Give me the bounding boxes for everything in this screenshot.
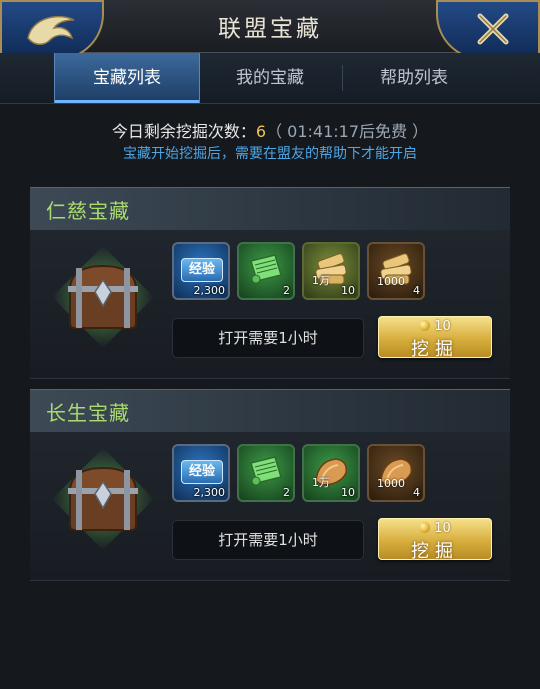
free-timer: （ 01:41:17后免费 ） <box>266 122 429 141</box>
dig-cost-value: 10 <box>434 521 451 536</box>
treasure-chest-icon <box>52 246 154 348</box>
dig-button-label: 挖掘 <box>411 339 459 360</box>
coin-icon <box>419 320 431 331</box>
reward-count: 4 <box>413 284 420 297</box>
reward-amount-label: 1万 <box>312 274 330 287</box>
tab-help-list[interactable]: 帮助列表 <box>342 53 486 103</box>
reward-amount-label: 1万 <box>312 476 330 489</box>
treasure-name: 仁慈宝藏 <box>46 199 130 223</box>
reward-count: 4 <box>413 486 420 499</box>
coin-icon <box>419 522 431 533</box>
reward-count: 10 <box>341 284 355 297</box>
reward-count: 2 <box>283 284 290 297</box>
reward-amount-label: 1000 <box>377 275 405 288</box>
dig-cost: 10 <box>379 319 491 334</box>
dragon-emblem-icon <box>27 15 75 45</box>
treasure-chest-icon <box>52 448 154 550</box>
dig-button[interactable]: 10 挖掘 <box>378 316 492 360</box>
reward-count: 10 <box>341 486 355 499</box>
dig-hint: 宝藏开始挖掘后，需要在盟友的帮助下才能开启 <box>123 146 417 162</box>
treasure-card-header: 仁慈宝藏 <box>30 187 510 230</box>
reward-slot[interactable]: 经验 2,300 <box>172 242 230 300</box>
reward-slot[interactable]: 经验 2,300 <box>172 444 230 502</box>
treasure-card-header: 长生宝藏 <box>30 389 510 432</box>
tab-bar: 宝藏列表 我的宝藏 帮助列表 <box>0 53 540 104</box>
treasure-name: 长生宝藏 <box>46 401 130 425</box>
open-time-label: 打开需要1小时 <box>172 318 364 358</box>
dig-button[interactable]: 10 挖掘 <box>378 518 492 562</box>
reward-count: 2 <box>283 486 290 499</box>
reward-slot[interactable]: 1万 10 <box>302 444 360 502</box>
tab-treasure-list[interactable]: 宝藏列表 <box>54 53 200 103</box>
reward-slot[interactable]: 2 <box>237 444 295 502</box>
reward-slot[interactable]: 1000 4 <box>367 242 425 300</box>
experience-icon: 经验 <box>181 460 223 484</box>
dig-button-label: 挖掘 <box>411 541 459 562</box>
scroll-icon <box>250 456 282 486</box>
experience-icon: 经验 <box>181 258 223 282</box>
open-time-label: 打开需要1小时 <box>172 520 364 560</box>
tab-my-treasures[interactable]: 我的宝藏 <box>198 53 342 103</box>
dig-cost: 10 <box>379 521 491 536</box>
reward-count: 2,300 <box>193 486 226 499</box>
remaining-digs-label: 今日剩余挖掘次数： <box>111 122 256 141</box>
dig-cost-value: 10 <box>434 319 451 334</box>
reward-slot[interactable]: 2 <box>237 242 295 300</box>
remaining-digs-line: 今日剩余挖掘次数：6（ 01:41:17后免费 ） <box>0 118 540 142</box>
treasure-card: 经验 2,300 2 1万 10 1000 4 打开需要1小时 10 挖掘 <box>30 432 510 581</box>
remaining-digs-count: 6 <box>255 122 267 141</box>
reward-slot[interactable]: 1万 10 <box>302 242 360 300</box>
scroll-icon <box>250 254 282 284</box>
reward-count: 2,300 <box>193 284 226 297</box>
reward-slot[interactable]: 1000 4 <box>367 444 425 502</box>
treasure-card: 经验 2,300 2 1万 10 1000 4 打开需要1小时 10 挖掘 <box>30 230 510 379</box>
close-icon <box>477 13 509 45</box>
reward-amount-label: 1000 <box>377 477 405 490</box>
